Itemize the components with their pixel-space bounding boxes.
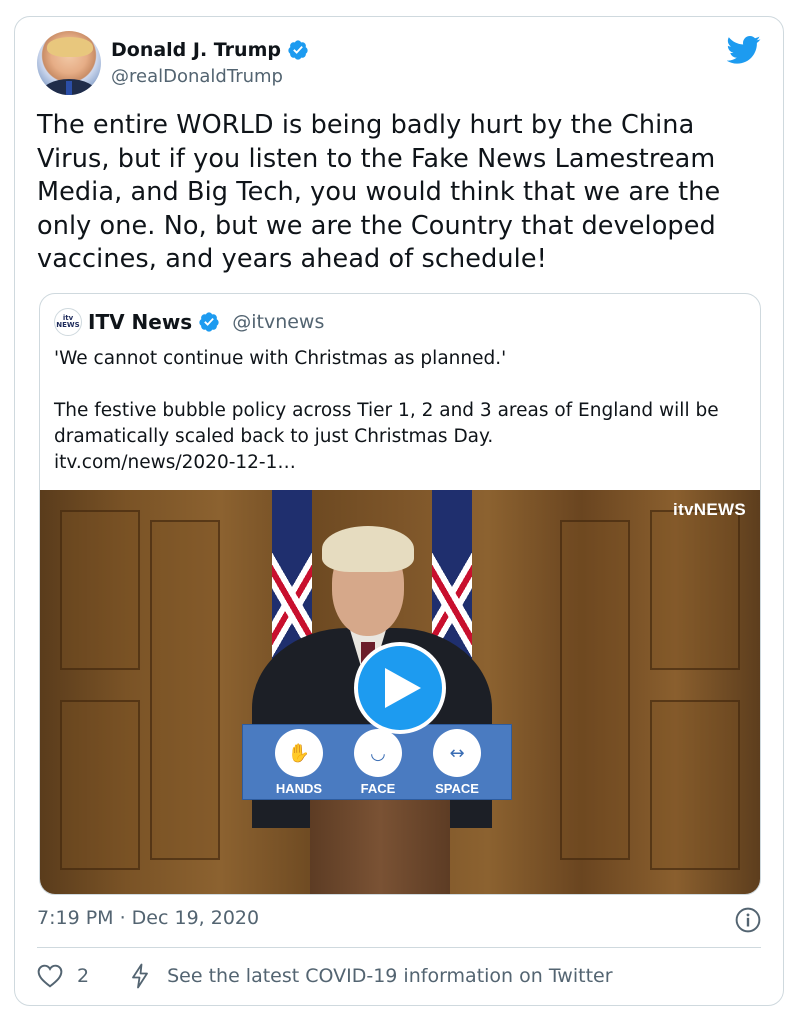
avatar-hair [47,37,93,57]
heart-icon[interactable] [37,964,63,988]
sign-item-hands: ✋ HANDS [259,729,339,796]
like-count[interactable]: 2 [77,965,89,987]
door-panel-right-inner [560,520,630,860]
podium [310,800,450,894]
verified-badge-icon [288,40,308,60]
author-avatar[interactable] [37,31,101,95]
play-icon [385,668,421,708]
face-mask-icon: ◡ [354,729,402,777]
sign-label: FACE [360,781,396,796]
quoted-author-handle[interactable]: @itvnews [232,311,324,333]
divider [37,947,761,948]
speaker-hair [322,526,414,572]
distance-icon: ↔ [433,729,481,777]
door-panel-left-lower [60,700,140,870]
verified-badge-icon [199,312,219,332]
hands-icon: ✋ [275,729,323,777]
door-panel-left [60,510,140,670]
tweet-card: Donald J. Trump @realDonaldTrump The ent… [14,16,784,1006]
quoted-tweet[interactable]: itv NEWS ITV News @itvnews 'We cannot co… [39,293,761,895]
quoted-tweet-header: itv NEWS ITV News @itvnews [54,308,324,336]
sign-item-space: ↔ SPACE [417,729,497,796]
quoted-author-name[interactable]: ITV News [88,310,192,334]
door-panel-left-inner [150,520,220,860]
video-player[interactable]: ✋ HANDS ◡ FACE ↔ SPACE itvNEWS [40,490,760,894]
play-button[interactable] [354,642,446,734]
sign-item-face: ◡ FACE [338,729,418,796]
tweet-timestamp[interactable]: 7:19 PM · Dec 19, 2020 [37,907,259,929]
action-bar: 2 See the latest COVID-19 information on… [37,963,613,989]
door-panel-right [650,510,740,670]
door-panel-right-lower [650,700,740,870]
sign-label: SPACE [435,781,479,796]
tweet-text: The entire WORLD is being badly hurt by … [37,110,721,274]
covid-info-link[interactable]: See the latest COVID-19 information on T… [167,965,612,987]
avatar-tie [66,81,72,95]
author-handle[interactable]: @realDonaldTrump [111,66,283,87]
author-name-row: Donald J. Trump [111,39,309,61]
quoted-tweet-text: 'We cannot continue with Christmas as pl… [54,348,719,473]
info-icon[interactable] [735,907,761,933]
twitter-bird-icon[interactable] [727,35,761,65]
sign-label: HANDS [275,781,323,796]
itv-news-logo: itvNEWS [673,500,746,519]
author-name[interactable]: Donald J. Trump [111,39,281,61]
quoted-author-avatar[interactable]: itv NEWS [54,308,82,336]
podium-sign: ✋ HANDS ◡ FACE ↔ SPACE [242,724,512,800]
lightning-bolt-icon[interactable] [129,963,151,989]
